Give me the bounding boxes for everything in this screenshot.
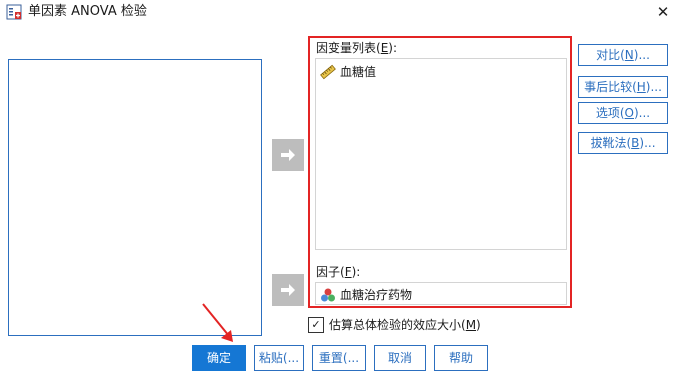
dependent-variable-list[interactable]: 血糖值	[315, 58, 567, 250]
factor-item[interactable]: 血糖治疗药物	[320, 286, 412, 303]
app-window-icon	[6, 4, 22, 20]
move-to-factor-button[interactable]	[272, 274, 304, 306]
effect-size-checkbox[interactable]: ✓	[308, 316, 324, 333]
close-icon[interactable]: ✕	[652, 2, 674, 22]
effect-size-option[interactable]: ✓ 估算总体检验的效应大小(M)	[308, 316, 481, 333]
factor-value: 血糖治疗药物	[340, 288, 413, 302]
ok-button[interactable]: 确定	[192, 345, 246, 371]
ruler-scale-icon	[320, 64, 336, 79]
dependent-list-label: 因变量列表(E):	[316, 41, 398, 55]
post-hoc-button[interactable]: 事后比较(H)...	[578, 76, 668, 98]
nominal-variable-icon	[321, 288, 335, 301]
title-bar: 单因素 ANOVA 检验 ✕	[0, 0, 680, 26]
arrow-right-icon	[281, 149, 295, 161]
factor-field[interactable]: 血糖治疗药物	[315, 282, 567, 305]
paste-button[interactable]: 粘贴(...	[254, 345, 304, 371]
arrow-right-icon	[281, 284, 295, 296]
move-to-dependent-button[interactable]	[272, 139, 304, 171]
help-button[interactable]: 帮助	[434, 345, 488, 371]
factor-label: 因子(F):	[316, 265, 361, 279]
source-variable-list[interactable]	[8, 59, 262, 336]
bootstrap-button[interactable]: 拔靴法(B)...	[578, 132, 668, 154]
window-title: 单因素 ANOVA 检验	[28, 4, 147, 19]
list-item-label: 血糖值	[340, 65, 377, 79]
options-button[interactable]: 选项(O)...	[578, 102, 668, 124]
cancel-button[interactable]: 取消	[374, 345, 426, 371]
reset-button[interactable]: 重置(...	[312, 345, 366, 371]
red-pointer-arrow-icon	[202, 303, 233, 342]
effect-size-label: 估算总体检验的效应大小(M)	[329, 318, 481, 332]
contrasts-button[interactable]: 对比(N)...	[578, 44, 668, 66]
list-item[interactable]: 血糖值	[320, 63, 376, 80]
